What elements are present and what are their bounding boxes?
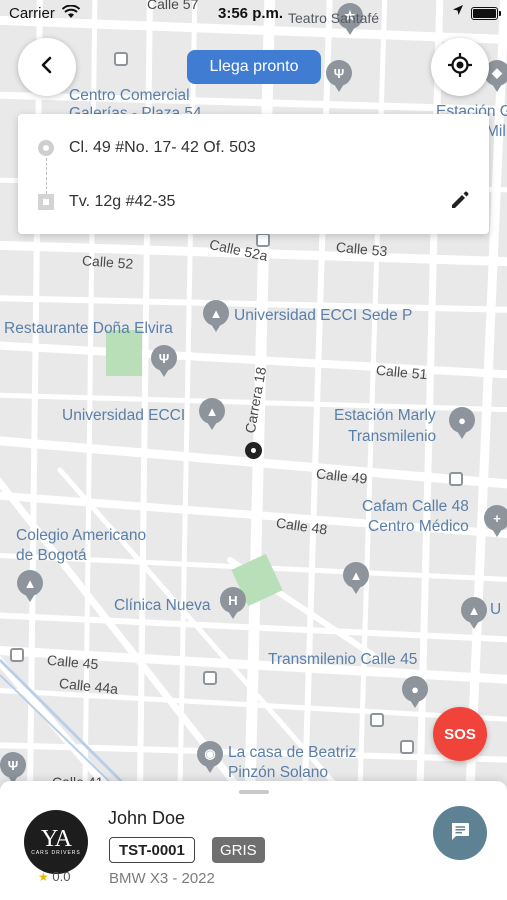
poi-label: Cafam Calle 48 — [362, 498, 469, 515]
destination-marker-icon — [38, 194, 54, 210]
hospital-pin-icon[interactable]: H — [220, 587, 246, 619]
vehicle-color-badge: GRIS — [212, 837, 265, 863]
school-pin-icon[interactable]: ▲ — [17, 570, 43, 602]
poi-label: Universidad ECCI Sede P — [234, 307, 413, 324]
bus-stop-icon — [449, 472, 463, 486]
bus-stop-icon — [370, 713, 384, 727]
back-button[interactable] — [18, 38, 76, 96]
route-connector — [46, 158, 47, 194]
rating-value: 0.0 — [52, 869, 71, 884]
battery-icon — [471, 7, 501, 20]
poi-label: La casa de Beatriz — [228, 744, 357, 761]
restaurant-pin-icon[interactable]: Ψ — [0, 752, 26, 784]
poi-label: Colegio Americano — [16, 527, 147, 544]
university-pin-icon[interactable]: ▲ — [199, 398, 225, 430]
poi-label: Transmilenio — [348, 428, 437, 445]
carrier-label: Carrier — [9, 5, 55, 22]
driver-name: John Doe — [108, 808, 186, 828]
poi-label: Universidad ECCI — [62, 407, 186, 424]
school-pin-icon[interactable]: ▲ — [343, 562, 369, 594]
origin-address[interactable]: Cl. 49 #No. 17- 42 Of. 503 — [69, 139, 256, 157]
poi-label: de Bogotá — [16, 547, 87, 564]
location-pin-icon[interactable]: ● — [449, 407, 475, 439]
poi-label: Estación Marly — [334, 407, 436, 424]
bus-stop-icon — [400, 740, 414, 754]
destination-address[interactable]: Tv. 12g #42-35 — [69, 193, 175, 211]
poi-label: Centro Médico — [368, 518, 469, 535]
poi-label: Pinzón Solano — [228, 764, 328, 781]
location-arrow-icon — [452, 4, 464, 19]
status-time: 3:56 p.m. — [218, 5, 284, 22]
medical-pin-icon[interactable]: + — [484, 505, 507, 537]
location-pin-icon[interactable]: ● — [402, 676, 428, 708]
restaurant-pin-icon[interactable]: Ψ — [326, 60, 352, 92]
bus-stop-icon — [256, 233, 270, 247]
poi-label: Clínica Nueva — [114, 597, 211, 614]
wifi-icon — [61, 4, 81, 22]
chat-button[interactable] — [433, 806, 487, 860]
license-plate: TST-0001 — [109, 837, 195, 863]
driver-bottom-sheet: YA CARS DRIVERS ★ 0.0 John Doe TST-0001 … — [0, 781, 507, 900]
driver-rating: ★ 0.0 — [38, 869, 70, 884]
university-pin-icon[interactable]: ▲ — [203, 300, 229, 332]
my-location-button[interactable] — [431, 38, 489, 96]
eta-status-pill: Llega pronto — [187, 50, 321, 84]
poi-label: Centro Comercial — [69, 87, 190, 104]
avatar-logo-subtitle: CARS DRIVERS — [31, 849, 81, 856]
star-icon: ★ — [38, 870, 49, 884]
status-bar: Carrier 3:56 p.m. — [0, 0, 507, 28]
camera-pin-icon[interactable]: ◉ — [197, 741, 223, 773]
sos-button[interactable]: SOS — [433, 707, 487, 761]
bus-stop-icon — [114, 52, 128, 66]
bus-stop-icon — [10, 648, 24, 662]
avatar-logo: YA — [40, 825, 72, 852]
poi-label: Restaurante Doña Elvira — [4, 320, 173, 337]
bus-stop-icon — [203, 671, 217, 685]
poi-label: Transmilenio Calle 45 — [268, 651, 418, 668]
vehicle-position-marker — [245, 442, 262, 459]
school-pin-icon[interactable]: ▲ — [461, 597, 487, 629]
restaurant-pin-icon[interactable]: Ψ — [151, 345, 177, 377]
driver-avatar: YA CARS DRIVERS — [24, 810, 88, 874]
sheet-drag-handle[interactable] — [239, 790, 269, 794]
my-location-icon — [447, 52, 473, 83]
route-card: Cl. 49 #No. 17- 42 Of. 503 Tv. 12g #42-3… — [18, 114, 489, 234]
chat-icon — [449, 820, 471, 847]
edit-destination-button[interactable] — [446, 188, 474, 216]
poi-label: U — [490, 601, 502, 618]
vehicle-model: BMW X3 - 2022 — [109, 870, 215, 887]
edit-pencil-icon — [449, 189, 471, 216]
origin-marker-icon — [38, 140, 54, 156]
back-arrow-icon — [37, 55, 57, 80]
